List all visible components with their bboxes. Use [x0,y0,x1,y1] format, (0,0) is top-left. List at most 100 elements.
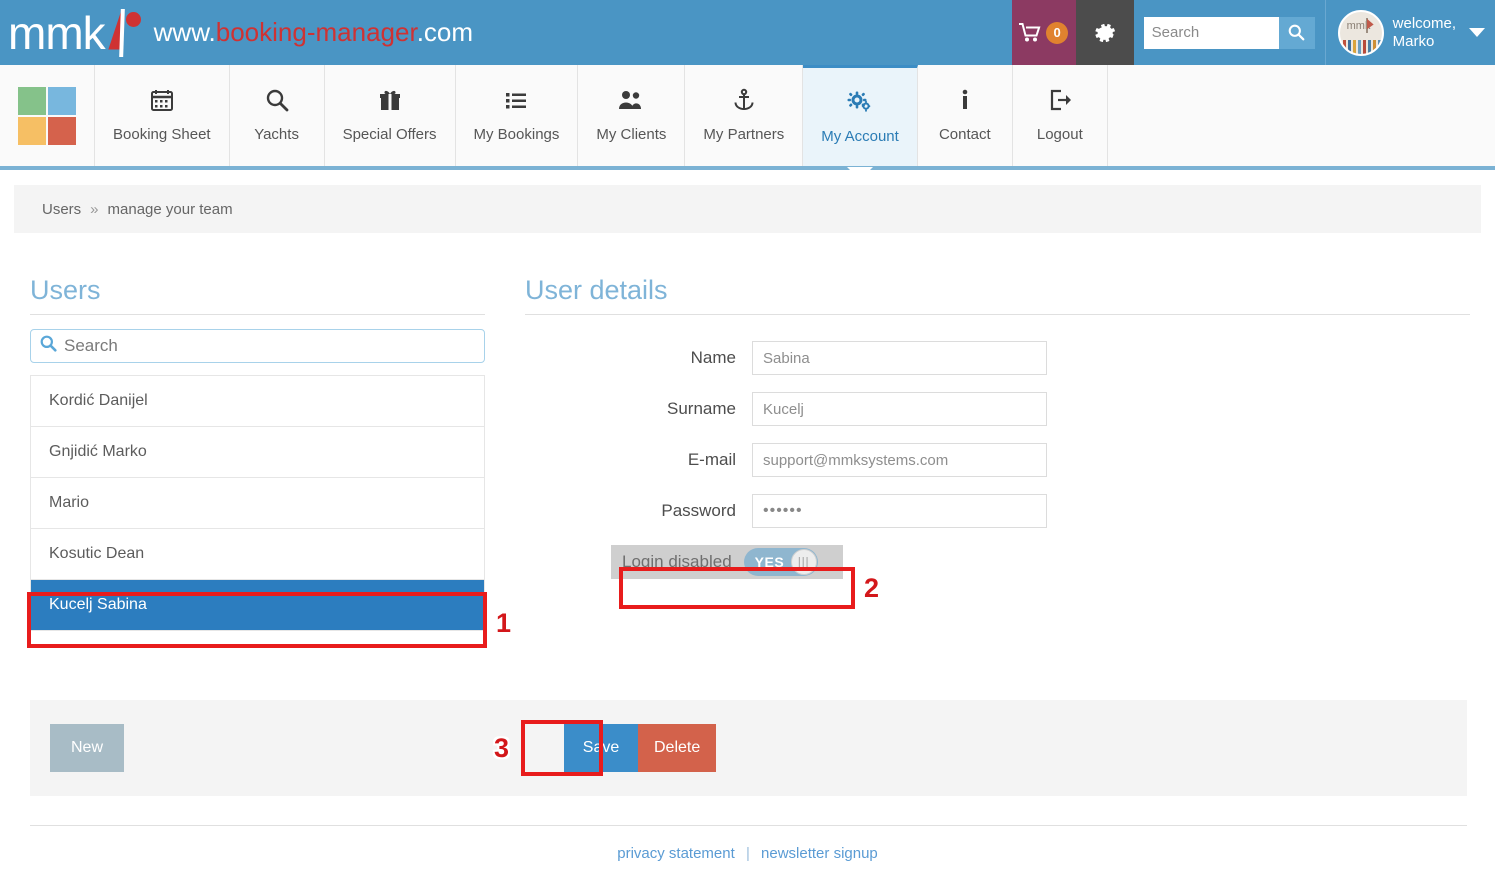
avatar: mmk [1337,9,1384,56]
nav-label: Logout [1036,126,1083,143]
user-details-form: Name Sabina Surname Kucelj E-mail suppor… [525,341,1470,579]
user-name: Gnjidić Marko [49,443,147,460]
toggle-state-text: YES [754,554,785,570]
avatar-stripes [1340,37,1382,54]
shopping-cart-icon [1019,23,1041,42]
user-details-title: User details [525,275,1470,315]
gears-icon [847,90,873,118]
search-icon [40,335,57,357]
delete-button[interactable]: Delete [638,724,717,772]
active-tab-notch [847,167,874,180]
login-disabled-row: Login disabled YES ||| [611,545,843,579]
action-bar: New Save Delete [30,700,1467,796]
nav-item-my-clients[interactable]: My Clients [578,65,686,166]
info-icon [958,88,972,116]
newsletter-signup-link[interactable]: newsletter signup [761,845,878,862]
nav-label: My Partners [703,126,785,143]
gift-icon [378,88,402,116]
nav-label: Yachts [254,126,299,143]
user-menu[interactable]: mmk welcome, Marko [1326,0,1495,65]
header-search-input[interactable] [1143,16,1279,49]
app-grid-logo[interactable] [0,65,95,166]
form-row-name: Name Sabina [525,341,1470,375]
sailboat-logo-icon [106,7,146,59]
list-item[interactable]: Kordić Danijel [31,376,484,427]
users-panel: Users Kordić Danijel Gnjidić Marko Mario… [30,275,485,631]
welcome-text: welcome, Marko [1393,15,1456,51]
email-label: E-mail [687,450,736,469]
site-logo[interactable]: mmk www.booking-manager.com [0,0,473,65]
nav-item-my-bookings[interactable]: My Bookings [455,65,579,166]
search-icon [1288,24,1305,41]
nav-item-my-partners[interactable]: My Partners [685,65,804,166]
form-row-surname: Surname Kucelj [525,392,1470,426]
settings-button[interactable] [1075,0,1134,65]
users-icon [618,88,644,116]
welcome-line2: Marko [1392,32,1435,50]
user-details-panel: User details Name Sabina Surname Kucelj … [525,275,1470,579]
password-field[interactable]: •••••• [752,494,1047,528]
form-row-email: E-mail support@mmksystems.com [525,443,1470,477]
logout-icon [1048,88,1072,116]
form-row-password: Password •••••• [525,494,1470,528]
header-search-box [1143,16,1315,49]
cart-button[interactable]: 0 [1011,0,1076,65]
users-panel-title: Users [30,275,485,315]
breadcrumb-item-manage-team: manage your team [107,200,233,218]
url-brand: booking-manager [215,17,417,47]
toggle-knob: ||| [790,549,817,575]
new-button[interactable]: New [50,724,124,772]
main-navigation: Booking Sheet Yachts Special Offers My B… [0,65,1495,180]
save-button[interactable]: Save [564,724,638,772]
nav-filler [1107,65,1495,166]
anchor-icon [732,88,756,116]
nav-label: My Clients [596,126,667,143]
user-name: Mario [49,494,90,511]
list-item[interactable]: Gnjidić Marko [31,427,484,478]
list-icon [504,88,528,116]
gear-icon [1095,23,1115,42]
password-label: Password [661,501,736,520]
list-item-selected[interactable]: Kucelj Sabina [31,580,484,631]
surname-label: Surname [667,399,736,418]
user-search-box[interactable] [30,329,485,363]
nav-item-contact[interactable]: Contact [917,65,1013,166]
top-header-bar: mmk www.booking-manager.com 0 Search mmk… [0,0,1495,65]
chevron-down-icon[interactable] [1469,28,1485,37]
annotation-number-1: 1 [496,608,512,638]
user-name: Kordić Danijel [49,392,148,409]
header-right-group: 0 mmk [1011,0,1495,65]
nav-item-yachts[interactable]: Yachts [229,65,325,166]
name-field[interactable]: Sabina [752,341,1047,375]
email-field[interactable]: support@mmksystems.com [752,443,1047,477]
breadcrumb-item-users[interactable]: Users [42,201,81,218]
user-name: Kosutic Dean [49,545,145,562]
search-icon [265,88,289,116]
nav-item-logout[interactable]: Logout [1012,65,1108,166]
list-item[interactable]: Kosutic Dean [31,529,484,580]
nav-label: My Bookings [473,126,560,143]
surname-field[interactable]: Kucelj [752,392,1047,426]
annotation-number-3: 3 [494,733,510,763]
list-item[interactable]: Mario [31,478,484,529]
nav-item-special-offers[interactable]: Special Offers [324,65,456,166]
annotation-number-2: 2 [864,573,880,603]
user-list: Kordić Danijel Gnjidić Marko Mario Kosut… [30,375,485,631]
user-name: Kucelj Sabina [49,596,147,613]
header-search-button[interactable] [1278,16,1315,49]
url-prefix: www. [153,17,216,47]
user-search-input[interactable] [62,335,475,357]
calendar-icon [150,88,174,116]
nav-label: Contact [938,126,991,143]
nav-item-my-account[interactable]: My Account [803,65,918,180]
privacy-statement-link[interactable]: privacy statement [617,845,735,862]
breadcrumb: Users » manage your team [14,185,1481,233]
nav-label: Special Offers [342,126,437,143]
breadcrumb-separator: » [90,200,99,218]
nav-item-booking-sheet[interactable]: Booking Sheet [95,65,230,166]
footer-links: privacy statement | newsletter signup [0,845,1495,862]
login-disabled-toggle[interactable]: YES ||| [743,548,818,576]
site-url: www.booking-manager.com [154,17,473,48]
nav-label: My Account [821,127,899,145]
url-suffix: .com [416,17,474,47]
